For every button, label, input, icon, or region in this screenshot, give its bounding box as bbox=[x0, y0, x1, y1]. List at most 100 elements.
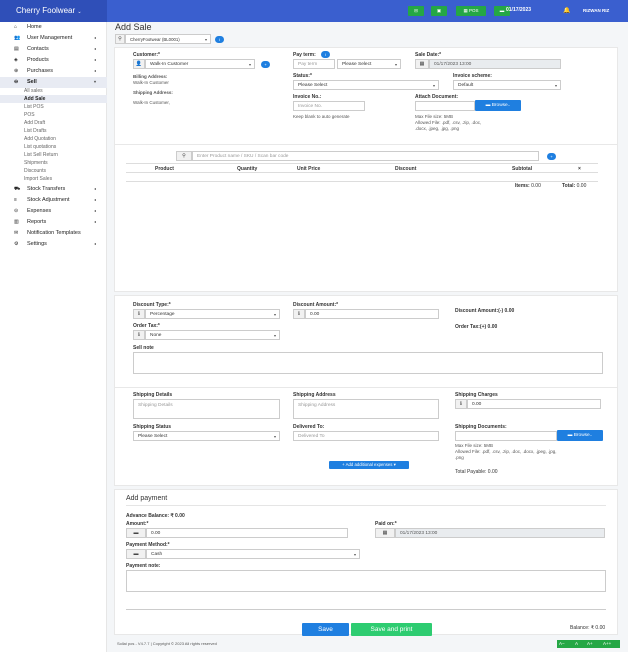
sidebar-item-products[interactable]: ◈ Products ◂ bbox=[0, 55, 107, 66]
sidebar-sub-list-drafts[interactable]: List Drafts bbox=[0, 127, 107, 135]
sidebar-item-settings[interactable]: ⚙ Settings ◂ bbox=[0, 239, 107, 250]
paid-on-input[interactable]: 01/17/2023 13:00 bbox=[395, 528, 605, 538]
invoice-no-input[interactable]: Invoice No. bbox=[293, 101, 365, 111]
sidebar-sub-add-quotation[interactable]: Add Quotation bbox=[0, 135, 107, 143]
status-select[interactable]: Please Select ▾ bbox=[293, 80, 439, 90]
info-icon[interactable]: i bbox=[215, 35, 224, 43]
pos-shortcut-button[interactable]: ▣ bbox=[431, 6, 447, 16]
status-label: Status:* bbox=[293, 73, 312, 79]
sidebar-sub-discounts[interactable]: Discounts bbox=[0, 167, 107, 175]
sidebar-sub-import-sales[interactable]: Import Sales bbox=[0, 175, 107, 183]
font-reset-button[interactable]: A bbox=[575, 641, 578, 646]
font-increase-more-button[interactable]: A++ bbox=[603, 641, 611, 646]
current-date: 01/17/2023 bbox=[506, 7, 532, 13]
save-and-print-button[interactable]: Save and print bbox=[351, 623, 432, 636]
payment-note-textarea[interactable] bbox=[126, 570, 606, 592]
sidebar-sub-shipments[interactable]: Shipments bbox=[0, 159, 107, 167]
info-icon: ℹ bbox=[293, 309, 305, 319]
users-icon: 👥 bbox=[14, 35, 21, 41]
shipping-browse-button[interactable]: ▬ Browse.. bbox=[557, 430, 603, 441]
shipping-documents-input[interactable] bbox=[455, 431, 557, 441]
payment-divider bbox=[126, 505, 606, 506]
add-product-button[interactable]: + bbox=[547, 152, 556, 160]
sidebar-sub-add-draft[interactable]: Add Draft bbox=[0, 119, 107, 127]
discount-amount-input[interactable]: 0.00 bbox=[305, 309, 439, 319]
sale-details-card: Customer:* 👤 Walk-In Customer ▾ + Billing… bbox=[114, 47, 618, 157]
page-title: Add Sale bbox=[115, 22, 152, 32]
attach-document-input[interactable] bbox=[415, 101, 475, 111]
products-table-header: Product Quantity Unit Price Discount Sub… bbox=[126, 163, 598, 173]
chart-icon: ▥ bbox=[14, 219, 19, 225]
location-select[interactable]: CherryFootwear (BL0001) ▾ bbox=[125, 34, 211, 44]
invoice-scheme-select[interactable]: Default ▾ bbox=[453, 80, 561, 90]
sidebar-item-stock-adjustment[interactable]: ≡ Stock Adjustment ◂ bbox=[0, 195, 107, 206]
discount-amount-summary: Discount Amount:(-) 0.00 bbox=[455, 308, 515, 314]
shipping-address-label: Shipping Address: bbox=[133, 90, 173, 95]
bell-icon[interactable]: 🔔 bbox=[563, 7, 570, 14]
add-customer-button[interactable]: + bbox=[261, 60, 270, 68]
sidebar-sub-list-sell-return[interactable]: List Sell Return bbox=[0, 151, 107, 159]
brand-name[interactable]: Cherry Foolwear ⌄ bbox=[0, 0, 107, 22]
font-decrease-button[interactable]: A− bbox=[559, 641, 565, 646]
shipping-status-select[interactable]: Please Select ▾ bbox=[133, 431, 280, 441]
sidebar: ⌂ Home 👥 User Management ◂ ▤ Contacts ◂ ◈ Prod… bbox=[0, 22, 107, 652]
payment-title: Add payment bbox=[126, 495, 168, 502]
sidebar-item-contacts[interactable]: ▤ Contacts ◂ bbox=[0, 44, 107, 55]
payment-method-select[interactable]: Cash ▾ bbox=[146, 549, 360, 559]
shipping-charges-input[interactable]: 0.00 bbox=[467, 399, 601, 409]
sale-date-input[interactable]: 01/17/2023 13:00 bbox=[429, 59, 561, 69]
sell-note-textarea[interactable] bbox=[133, 352, 603, 374]
sidebar-item-stock-transfers[interactable]: ⛟ Stock Transfers ◂ bbox=[0, 184, 107, 195]
discount-type-label: Discount Type:* bbox=[133, 302, 171, 308]
shipping-details-textarea[interactable]: Shipping Details bbox=[133, 399, 280, 419]
info-icon: ℹ bbox=[133, 309, 145, 319]
order-tax-select[interactable]: None ▾ bbox=[145, 330, 280, 340]
order-tax-label: Order Tax:* bbox=[133, 323, 160, 329]
sidebar-sub-all-sales[interactable]: All sales bbox=[0, 87, 107, 95]
money-icon: ▬ bbox=[126, 549, 146, 559]
shipping-address-field-label: Shipping Address bbox=[293, 392, 336, 398]
font-increase-button[interactable]: A+ bbox=[587, 641, 593, 646]
info-icon[interactable]: i bbox=[321, 51, 330, 58]
col-unit-price: Unit Price bbox=[297, 166, 321, 172]
payment-card: Add payment Advance Balance: ₹ 0.00 Amou… bbox=[114, 489, 618, 635]
sidebar-sub-add-sale[interactable]: Add Sale bbox=[0, 95, 107, 103]
chevron-down-icon: ▾ bbox=[248, 62, 251, 67]
info-icon: ℹ bbox=[455, 399, 467, 409]
shipping-address-textarea[interactable]: Shipping Address bbox=[293, 399, 439, 419]
sidebar-sub-list-quotations[interactable]: List quotations bbox=[0, 143, 107, 151]
payment-amount-input[interactable]: 0.00 bbox=[146, 528, 348, 538]
pay-term-select[interactable]: Please Select ▾ bbox=[337, 59, 401, 69]
add-additional-expenses-button[interactable]: + Add additional expenses ▾ bbox=[329, 461, 409, 469]
col-subtotal: Subtotal bbox=[512, 166, 532, 172]
pos-button[interactable]: ▦ POS bbox=[456, 6, 486, 16]
sidebar-item-notification-templates[interactable]: ✉ Notification Templates bbox=[0, 228, 107, 239]
sidebar-item-expenses[interactable]: ⊝ Expenses ◂ bbox=[0, 206, 107, 217]
shipping-details-label: Shipping Details bbox=[133, 392, 173, 398]
chevron-icon: ◂ bbox=[94, 186, 97, 191]
calculator-button[interactable]: ⊟ bbox=[408, 6, 424, 16]
save-button[interactable]: Save bbox=[302, 623, 349, 636]
top-navbar: Cherry Foolwear ⌄ ⊟ ▣ ▦ POS ▬ 01/17/2023… bbox=[0, 0, 628, 22]
sell-icon: ⊖ bbox=[14, 79, 19, 85]
chevron-icon: ◂ bbox=[94, 35, 97, 40]
discount-type-select[interactable]: Percentage ▾ bbox=[145, 309, 280, 319]
user-menu[interactable]: RIZWAN RIZ bbox=[583, 8, 609, 13]
pay-term-input[interactable]: Pay term bbox=[293, 59, 335, 69]
delivered-to-input[interactable]: Delivered To bbox=[293, 431, 439, 441]
sidebar-sub-pos[interactable]: POS bbox=[0, 111, 107, 119]
products-total: Total: 0.00 bbox=[562, 183, 587, 189]
product-search-input[interactable]: Enter Product name / SKU / Scan bar code bbox=[192, 151, 539, 161]
folder-icon: ▬ bbox=[567, 433, 573, 438]
sidebar-item-home[interactable]: ⌂ Home bbox=[0, 22, 107, 33]
address-book-icon: ▤ bbox=[14, 46, 19, 52]
sidebar-sub-list-pos[interactable]: List POS bbox=[0, 103, 107, 111]
sidebar-item-user-management[interactable]: 👥 User Management ◂ bbox=[0, 33, 107, 44]
customer-select[interactable]: Walk-In Customer ▾ bbox=[145, 59, 255, 69]
invoice-no-label: Invoice No.: bbox=[293, 94, 322, 100]
attach-help-size: Max File size: 5MB bbox=[415, 114, 454, 119]
chevron-icon: ◂ bbox=[94, 57, 97, 62]
sidebar-item-purchases[interactable]: ⊕ Purchases ◂ bbox=[0, 66, 107, 77]
sidebar-item-reports[interactable]: ▥ Reports ◂ bbox=[0, 217, 107, 228]
browse-button[interactable]: ▬ Browse.. bbox=[475, 100, 521, 111]
